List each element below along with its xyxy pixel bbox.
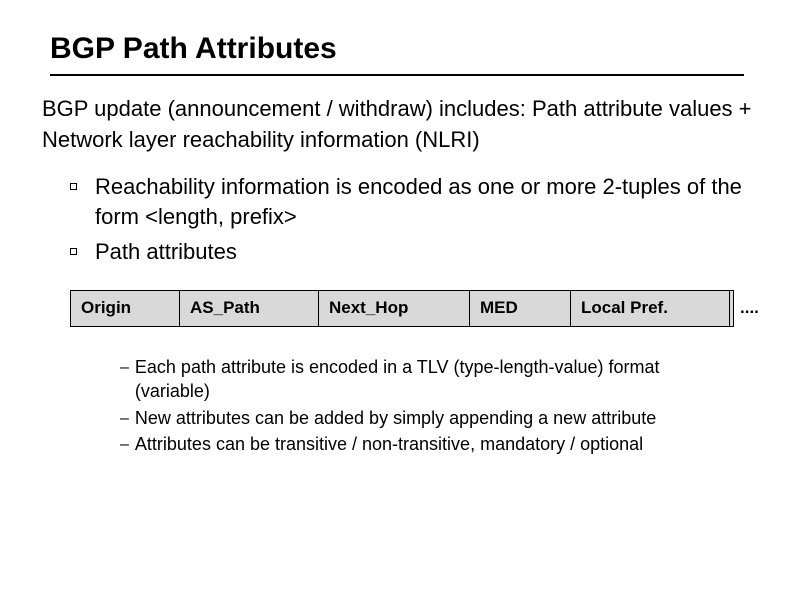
attr-cell-med: MED (470, 291, 571, 326)
attr-cell-local-pref: Local Pref. (571, 291, 730, 326)
bullet-marker-icon (70, 248, 77, 255)
bullet-list: Reachability information is encoded as o… (70, 172, 754, 268)
attr-cell-more: .... (730, 291, 769, 326)
path-attributes-row: Origin AS_Path Next_Hop MED Local Pref. … (70, 290, 734, 327)
intro-text: BGP update (announcement / withdraw) inc… (42, 94, 754, 156)
dash-item: – Attributes can be transitive / non-tra… (120, 432, 739, 456)
bullet-item: Reachability information is encoded as o… (70, 172, 754, 234)
title-divider (50, 74, 744, 76)
dash-list: – Each path attribute is encoded in a TL… (120, 355, 739, 456)
bullet-marker-icon (70, 183, 77, 190)
bullet-text: Path attributes (95, 237, 237, 268)
dash-text: New attributes can be added by simply ap… (135, 406, 656, 430)
bullet-text: Reachability information is encoded as o… (95, 172, 754, 234)
slide-title: BGP Path Attributes (50, 32, 754, 66)
dash-text: Each path attribute is encoded in a TLV … (135, 355, 739, 404)
dash-marker-icon: – (120, 432, 129, 456)
attr-cell-origin: Origin (71, 291, 180, 326)
slide: BGP Path Attributes BGP update (announce… (0, 0, 794, 595)
dash-text: Attributes can be transitive / non-trans… (135, 432, 643, 456)
dash-item: – Each path attribute is encoded in a TL… (120, 355, 739, 404)
dash-marker-icon: – (120, 355, 129, 379)
dash-marker-icon: – (120, 406, 129, 430)
attr-cell-as-path: AS_Path (180, 291, 319, 326)
bullet-item: Path attributes (70, 237, 754, 268)
attr-cell-next-hop: Next_Hop (319, 291, 470, 326)
dash-item: – New attributes can be added by simply … (120, 406, 739, 430)
